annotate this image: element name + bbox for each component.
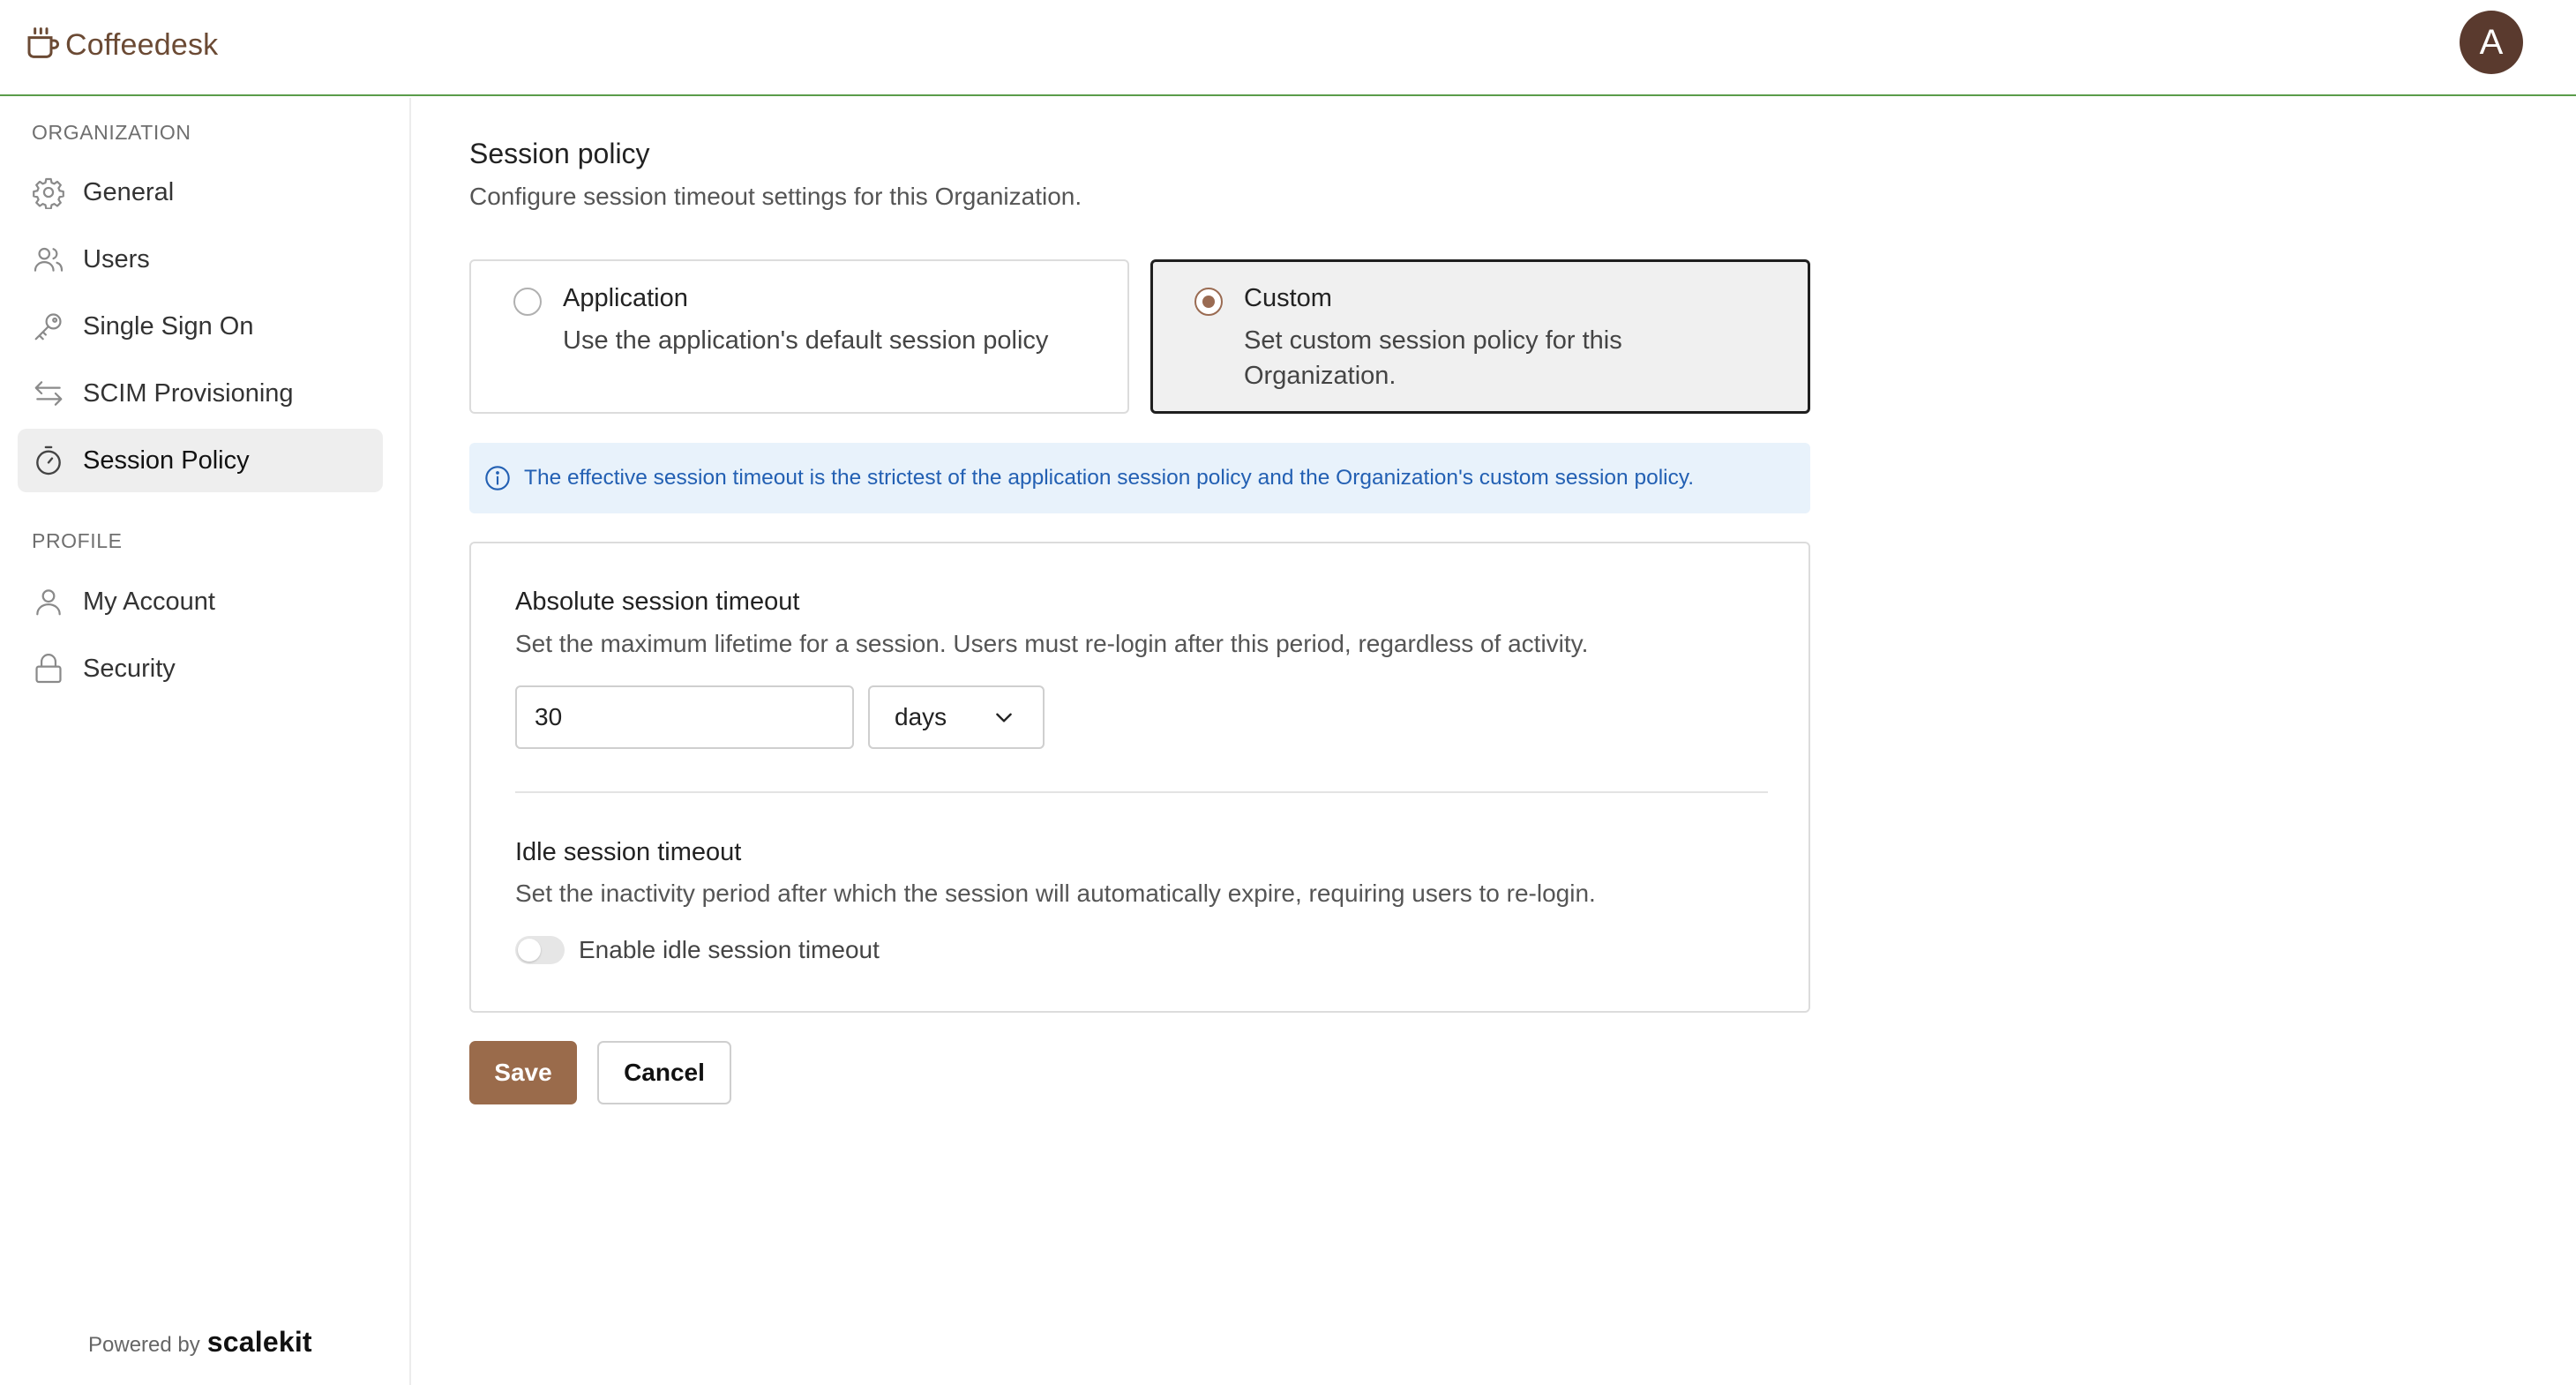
timeout-unit-value: days	[895, 703, 947, 730]
sidebar-item-users[interactable]: Users	[18, 228, 383, 291]
avatar[interactable]: A	[2460, 11, 2523, 74]
sidebar-item-label: SCIM Provisioning	[83, 378, 294, 408]
idle-timeout-toggle-label: Enable idle session timeout	[579, 936, 880, 963]
user-icon	[36, 589, 61, 616]
option-description: Use the application's default session po…	[563, 326, 1049, 355]
users-icon	[34, 247, 64, 272]
cancel-button[interactable]: Cancel	[597, 1041, 731, 1104]
option-description: Set custom session policy for this Organ…	[1244, 326, 1622, 390]
sidebar-item-security[interactable]: Security	[18, 637, 383, 700]
option-title: Custom	[1244, 284, 1332, 312]
option-application[interactable]: Application Use the application's defaul…	[469, 259, 1129, 414]
sidebar-item-session-policy[interactable]: Session Policy	[18, 429, 383, 492]
section-divider	[515, 791, 1768, 793]
sidebar-item-my-account[interactable]: My Account	[18, 570, 383, 633]
brand-logo[interactable]: Coffeedesk	[25, 21, 218, 69]
brand-name: Coffeedesk	[65, 27, 219, 62]
organization-section-label: ORGANIZATION	[32, 121, 191, 144]
idle-timeout-toggle-row: Enable idle session timeout	[515, 936, 880, 964]
sidebar-item-general[interactable]: General	[18, 161, 383, 224]
timeout-settings-card: Absolute session timeout Set the maximum…	[469, 542, 1810, 1013]
absolute-timeout-description: Set the maximum lifetime for a session. …	[515, 630, 1589, 657]
sidebar: ORGANIZATION General Users Single Sign O…	[0, 98, 411, 1385]
chevron-down-icon	[996, 713, 1012, 722]
powered-by-text: Powered by	[88, 1333, 200, 1357]
sidebar-item-scim-provisioning[interactable]: SCIM Provisioning	[18, 362, 383, 425]
option-title: Application	[563, 284, 688, 312]
info-banner: The effective session timeout is the str…	[469, 443, 1810, 513]
powered-by[interactable]: Powered by scalekit	[88, 1326, 312, 1359]
gear-icon	[33, 177, 64, 209]
scalekit-logo: scalekit	[206, 1326, 312, 1358]
save-button[interactable]: Save	[469, 1041, 577, 1104]
sidebar-item-label: Session Policy	[83, 445, 250, 475]
top-bar: Coffeedesk A	[0, 0, 2576, 96]
arrows-exchange-icon	[34, 381, 63, 406]
key-icon	[34, 313, 62, 341]
sidebar-item-single-sign-on[interactable]: Single Sign On	[18, 295, 383, 358]
coffee-cup-icon	[27, 27, 59, 58]
sidebar-item-label: My Account	[83, 587, 215, 616]
stopwatch-icon	[36, 445, 61, 475]
absolute-timeout-title: Absolute session timeout	[515, 588, 800, 616]
page-subtitle: Configure session timeout settings for t…	[469, 183, 1082, 210]
idle-timeout-description: Set the inactivity period after which th…	[515, 880, 1596, 907]
sidebar-item-label: General	[83, 177, 175, 206]
lock-icon	[35, 654, 62, 684]
sidebar-item-label: Single Sign On	[83, 311, 254, 341]
idle-timeout-title: Idle session timeout	[515, 838, 742, 866]
page-title: Session policy	[469, 138, 650, 169]
application-radio[interactable]	[513, 288, 542, 316]
custom-radio[interactable]	[1194, 288, 1223, 316]
sidebar-item-label: Security	[83, 654, 176, 683]
profile-section-label: PROFILE	[32, 529, 123, 552]
option-custom[interactable]: Custom Set custom session policy for thi…	[1150, 259, 1810, 414]
info-banner-text: The effective session timeout is the str…	[524, 466, 1695, 490]
absolute-timeout-input[interactable]	[515, 685, 854, 749]
sidebar-item-label: Users	[83, 244, 150, 273]
idle-timeout-toggle[interactable]	[515, 936, 565, 964]
info-icon	[485, 466, 510, 490]
timeout-unit-select[interactable]: days	[868, 685, 1045, 749]
